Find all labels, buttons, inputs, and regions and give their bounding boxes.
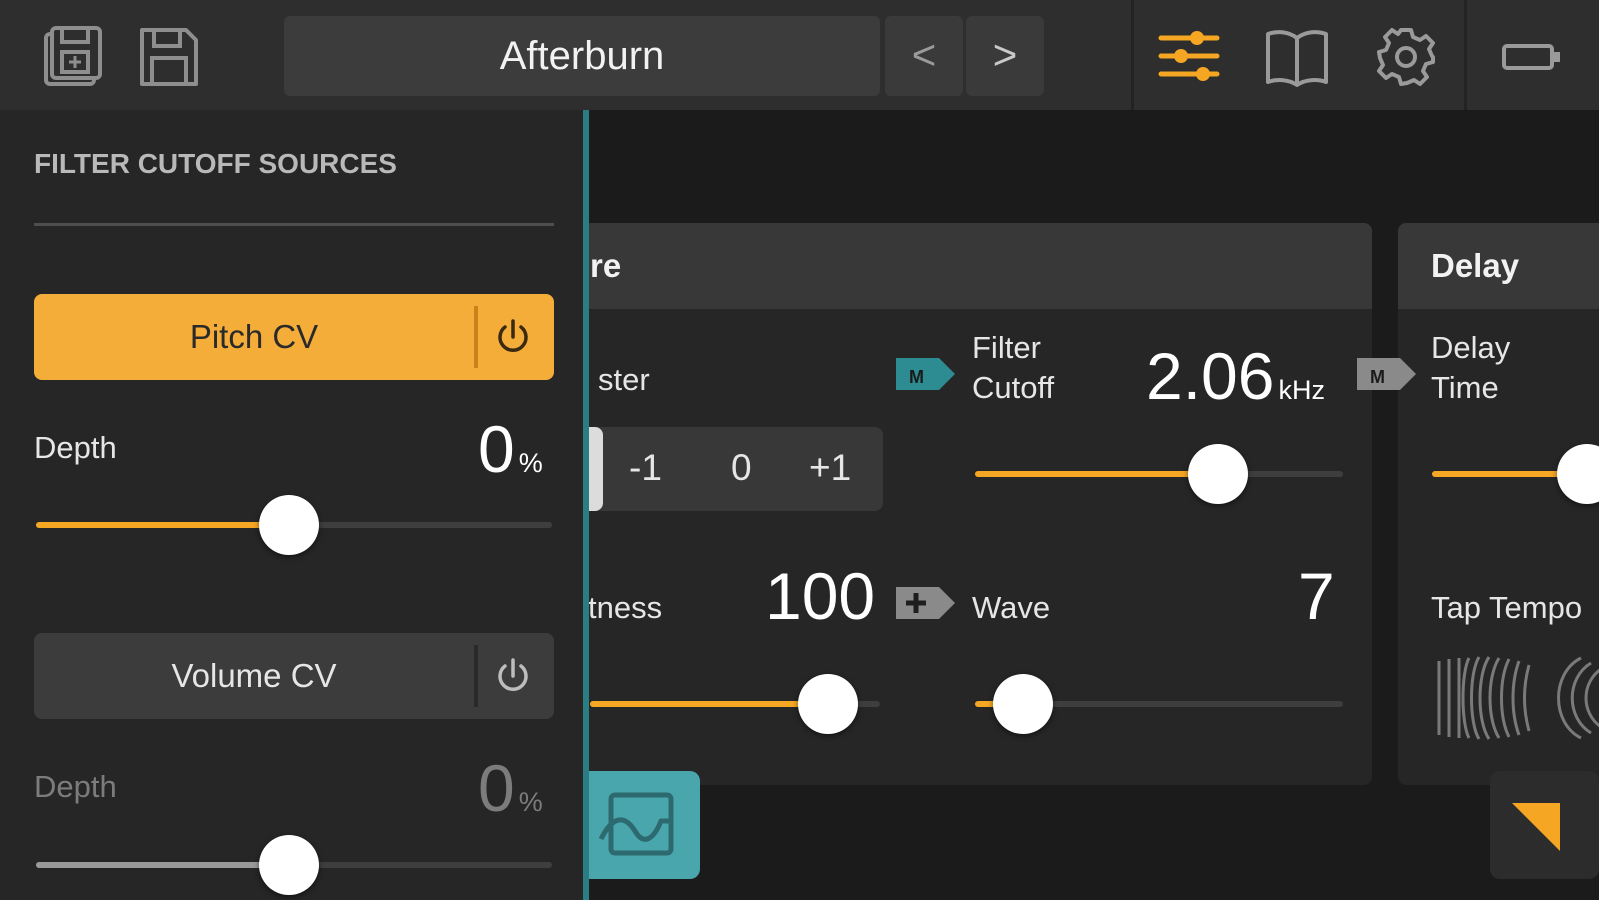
- mod-tag-letter: M: [1370, 367, 1385, 387]
- filter-cutoff-unit: kHz: [1278, 375, 1325, 405]
- card-title: re: [590, 247, 622, 284]
- slider-fill: [36, 862, 289, 868]
- card-header: re: [560, 223, 1372, 309]
- panel-divider: [34, 223, 554, 226]
- brightness-slider[interactable]: [590, 674, 880, 734]
- toolbar-divider: [1131, 0, 1134, 110]
- brightness-value: 100: [765, 559, 876, 633]
- panel-edge: [583, 110, 589, 900]
- slider-fill: [975, 471, 1218, 477]
- top-toolbar: Afterburn < >: [0, 0, 1599, 110]
- modulation-toggle-button[interactable]: [583, 771, 700, 879]
- pitch-depth-slider[interactable]: [36, 495, 552, 555]
- wave-label: Wave: [972, 590, 1051, 625]
- filter-cutoff-label-1: Filter: [972, 330, 1041, 365]
- modulation-tag-icon[interactable]: [893, 355, 959, 393]
- filter-cutoff-value: 2.06 kHz: [1146, 339, 1325, 413]
- card-title: Delay: [1431, 247, 1520, 284]
- depth-label: Depth: [34, 430, 117, 465]
- slider-knob[interactable]: [1187, 444, 1248, 504]
- toolbar-divider: [1464, 0, 1467, 110]
- preset-name: Afterburn: [499, 34, 665, 78]
- modulation-wave-icon: [598, 792, 674, 856]
- depth-label: Depth: [34, 769, 117, 804]
- segment-plus-one[interactable]: +1: [809, 447, 851, 489]
- tap-tempo-pad[interactable]: [1431, 653, 1599, 743]
- param-label: tness: [588, 590, 663, 625]
- panel-title: FILTER CUTOFF SOURCES: [34, 148, 397, 179]
- source-label: Pitch CV: [189, 318, 319, 355]
- delay-time-label-1: Delay: [1431, 330, 1511, 365]
- add-modulation-icon[interactable]: [893, 584, 959, 622]
- slider-knob[interactable]: [992, 674, 1053, 734]
- slider-knob[interactable]: [797, 674, 858, 734]
- volume-depth-slider[interactable]: [36, 835, 552, 895]
- wave-slider[interactable]: [975, 674, 1343, 734]
- mod-tag-letter: M: [909, 367, 924, 387]
- app-root: Afterburn < > re ster -1 0 +1 M Filter C…: [0, 0, 1599, 900]
- pitch-cv-source-button[interactable]: Pitch CV: [34, 294, 554, 380]
- next-preset-button[interactable]: >: [966, 16, 1044, 96]
- manual-book-icon[interactable]: [1262, 22, 1332, 92]
- tap-tempo-ripple-icon: [1437, 656, 1599, 740]
- slider-fill: [590, 701, 828, 707]
- corner-triangle-icon: [1512, 803, 1560, 851]
- slider-knob[interactable]: [258, 495, 319, 555]
- delay-time-label-2: Time: [1431, 370, 1499, 405]
- modulation-tag-icon[interactable]: [1354, 355, 1420, 393]
- battery-icon: [1498, 22, 1568, 92]
- filter-cutoff-slider[interactable]: [975, 444, 1343, 504]
- mixer-sliders-icon[interactable]: [1155, 22, 1225, 92]
- slider-fill: [1432, 471, 1572, 477]
- card-header: Delay: [1398, 223, 1599, 309]
- slider-fill: [36, 522, 289, 528]
- save-as-icon[interactable]: [38, 22, 108, 92]
- button-divider: [474, 306, 478, 368]
- depth-unit: %: [518, 787, 543, 817]
- filter-cutoff-label-2: Cutoff: [972, 370, 1055, 405]
- gear-icon[interactable]: [1371, 22, 1441, 92]
- volume-cv-source-button[interactable]: Volume CV: [34, 633, 554, 719]
- pitch-depth-value: 0%: [478, 412, 543, 486]
- previous-preset-button[interactable]: <: [885, 16, 963, 96]
- preset-selector[interactable]: Afterburn: [284, 16, 880, 96]
- tap-tempo-label: Tap Tempo: [1431, 590, 1583, 625]
- segment-zero[interactable]: 0: [731, 447, 752, 489]
- source-label: Volume CV: [171, 657, 337, 694]
- param-label: ster: [598, 362, 650, 397]
- delay-time-slider[interactable]: [1432, 444, 1599, 504]
- corner-expand-button[interactable]: [1490, 771, 1599, 879]
- modulation-sources-panel: FILTER CUTOFF SOURCES Pitch CV Depth 0% …: [0, 110, 583, 900]
- wave-value: 7: [1298, 559, 1335, 633]
- slider-knob[interactable]: [258, 835, 319, 895]
- segment-minus-one[interactable]: -1: [629, 447, 662, 489]
- save-icon[interactable]: [134, 22, 204, 92]
- power-icon[interactable]: [492, 655, 534, 697]
- depth-unit: %: [518, 448, 543, 478]
- button-divider: [474, 645, 478, 707]
- octave-selector[interactable]: -1 0 +1: [581, 427, 883, 511]
- power-icon[interactable]: [492, 316, 534, 358]
- volume-depth-value: 0%: [478, 751, 543, 825]
